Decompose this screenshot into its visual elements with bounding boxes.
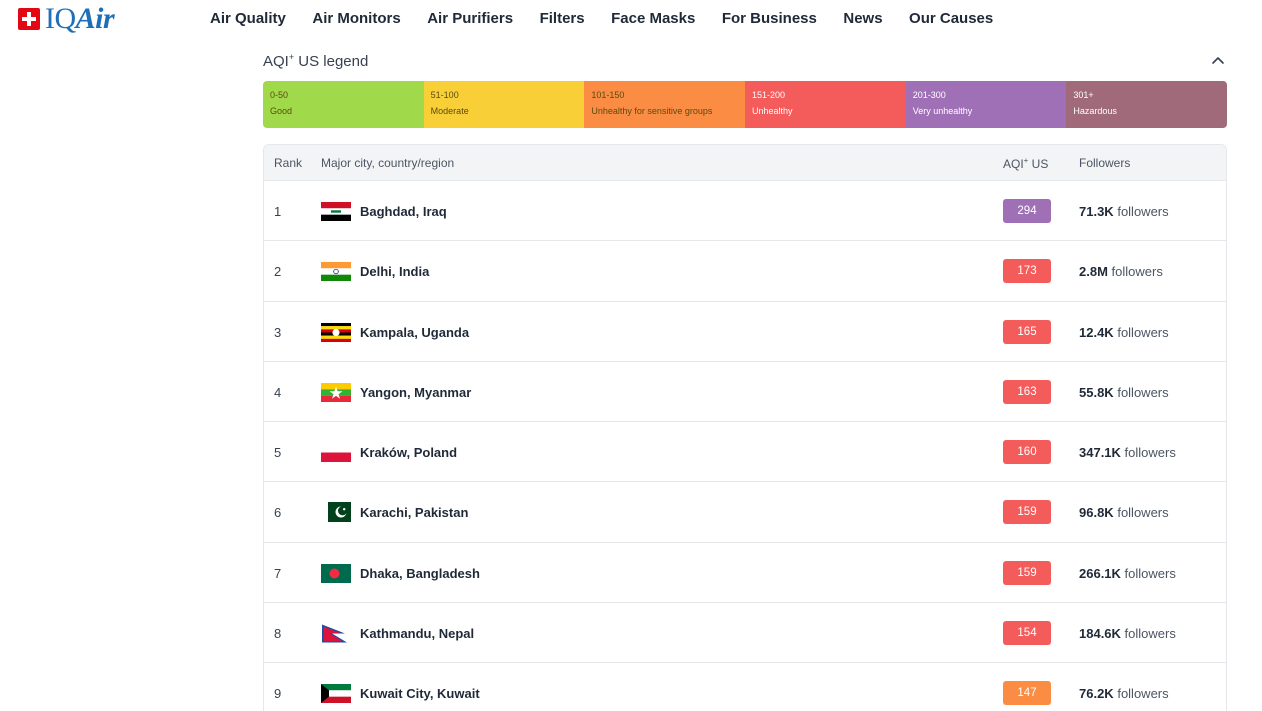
- aqi-badge: 147: [1003, 681, 1051, 706]
- table-row[interactable]: 5 Kraków, Poland 160 347.1K followers: [264, 421, 1226, 481]
- row-followers: 96.8K followers: [1079, 505, 1169, 521]
- nepal-flag-icon: [321, 624, 351, 644]
- main-nav: Air Quality Air Monitors Air Purifiers F…: [210, 10, 1020, 27]
- nav-air-monitors[interactable]: Air Monitors: [312, 10, 400, 27]
- row-rank: 8: [274, 626, 282, 642]
- table-row[interactable]: 6 Karachi, Pakistan 159 96.8K followers: [264, 481, 1226, 541]
- row-rank: 5: [274, 445, 282, 461]
- row-city[interactable]: Yangon, Myanmar: [360, 385, 471, 400]
- row-followers: 2.8M followers: [1079, 264, 1163, 280]
- legend-segment-hazardous: 301+ Hazardous: [1066, 81, 1227, 128]
- aqi-badge: 160: [1003, 440, 1051, 465]
- swiss-flag-icon: [18, 8, 40, 30]
- aqi-badge: 163: [1003, 379, 1051, 404]
- legend-segment-unhealthy: 151-200 Unhealthy: [745, 81, 906, 128]
- row-city[interactable]: Karachi, Pakistan: [360, 505, 468, 520]
- myanmar-flag-icon: [321, 382, 351, 402]
- table-row[interactable]: 2 Delhi, India 173 2.8M followers: [264, 240, 1226, 300]
- table-row[interactable]: 9 Kuwait City, Kuwait 147 76.2K follower…: [264, 662, 1226, 711]
- aqi-badge: 159: [1003, 560, 1051, 585]
- aqi-badge: 294: [1003, 199, 1051, 223]
- city-ranking-table: Rank Major city, country/region AQI+ US …: [263, 144, 1227, 711]
- row-city[interactable]: Delhi, India: [360, 264, 429, 279]
- row-city[interactable]: Baghdad, Iraq: [360, 204, 447, 219]
- table-row[interactable]: 3 Kampala, Uganda 165 12.4K followers: [264, 300, 1226, 361]
- nav-face-masks[interactable]: Face Masks: [611, 10, 695, 27]
- nav-air-purifiers[interactable]: Air Purifiers: [427, 10, 513, 27]
- logo-text-air: Air: [75, 2, 115, 35]
- logo-text-iq: IQ: [45, 2, 76, 35]
- row-rank: 2: [274, 264, 282, 280]
- header-city: Major city, country/region: [321, 156, 455, 170]
- table-header: Rank Major city, country/region AQI+ US …: [264, 145, 1226, 180]
- poland-flag-icon: [321, 443, 351, 463]
- iraq-flag-icon: [321, 202, 351, 221]
- nav-air-quality[interactable]: Air Quality: [210, 10, 286, 27]
- site-header: IQAir Air Quality Air Monitors Air Purif…: [0, 0, 1262, 40]
- nav-for-business[interactable]: For Business: [722, 10, 817, 27]
- legend-segment-good: 0-50 Good: [263, 81, 424, 128]
- nav-our-causes[interactable]: Our Causes: [909, 10, 993, 27]
- row-followers: 12.4K followers: [1079, 324, 1169, 340]
- aqi-badge: 154: [1003, 621, 1051, 646]
- table-row[interactable]: 7 Dhaka, Bangladesh 159 266.1K followers: [264, 541, 1226, 602]
- kuwait-flag-icon: [321, 684, 351, 704]
- row-city[interactable]: Kampala, Uganda: [360, 325, 469, 340]
- header-rank: Rank: [274, 156, 303, 170]
- pakistan-flag-icon: [328, 502, 351, 523]
- row-city[interactable]: Kuwait City, Kuwait: [360, 686, 480, 701]
- row-city[interactable]: Kathmandu, Nepal: [360, 626, 474, 641]
- row-rank: 9: [274, 686, 282, 702]
- aqi-badge: 173: [1003, 259, 1051, 284]
- iqair-logo[interactable]: IQAir: [18, 2, 115, 35]
- india-flag-icon: [321, 262, 351, 282]
- row-followers: 347.1K followers: [1079, 445, 1176, 461]
- row-rank: 4: [274, 384, 282, 400]
- row-rank: 3: [274, 324, 282, 340]
- header-followers: Followers: [1079, 156, 1131, 170]
- header-aqi: AQI+ US: [1003, 156, 1049, 171]
- table-row[interactable]: 4 Yangon, Myanmar 163 55.8K followers: [264, 360, 1226, 421]
- table-row[interactable]: 8 Kathmandu, Nepal 154 184.6K followers: [264, 602, 1226, 662]
- legend-title: AQI+ US legend: [263, 52, 369, 70]
- row-rank: 7: [274, 565, 282, 581]
- chevron-up-icon[interactable]: [1210, 53, 1226, 67]
- row-followers: 76.2K followers: [1079, 686, 1169, 702]
- legend-segment-usg: 101-150 Unhealthy for sensitive groups: [584, 81, 746, 128]
- row-followers: 184.6K followers: [1079, 626, 1176, 642]
- row-city[interactable]: Dhaka, Bangladesh: [360, 566, 480, 581]
- row-city[interactable]: Kraków, Poland: [360, 445, 457, 460]
- row-followers: 55.8K followers: [1079, 384, 1169, 400]
- aqi-badge: 159: [1003, 500, 1051, 525]
- nav-filters[interactable]: Filters: [540, 10, 585, 27]
- uganda-flag-icon: [321, 322, 351, 342]
- legend-segment-very-unhealthy: 201-300 Very unhealthy: [905, 81, 1067, 128]
- bangladesh-flag-icon: [321, 563, 351, 583]
- legend-segment-moderate: 51-100 Moderate: [423, 81, 585, 128]
- aqi-legend-bar: 0-50 Good 51-100 Moderate 101-150 Unhealthy…: [263, 81, 1227, 128]
- row-rank: 6: [274, 505, 282, 521]
- row-followers: 71.3K followers: [1079, 204, 1169, 219]
- row-followers: 266.1K followers: [1079, 565, 1176, 581]
- nav-news[interactable]: News: [843, 10, 882, 27]
- row-rank: 1: [274, 204, 282, 219]
- aqi-badge: 165: [1003, 319, 1051, 344]
- table-row[interactable]: 1 Baghdad, Iraq 294 71.3K followers: [264, 180, 1226, 240]
